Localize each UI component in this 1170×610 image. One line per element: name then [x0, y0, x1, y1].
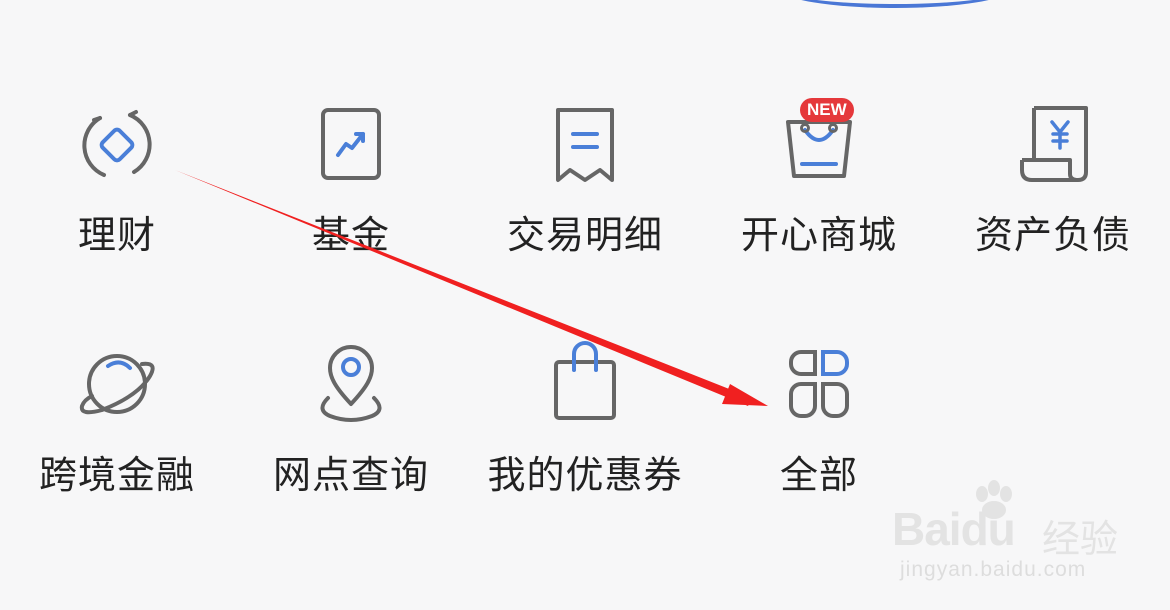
- menu-item-label: 网点查询: [272, 453, 429, 497]
- shopping-bag-icon: [540, 340, 630, 430]
- menu-item-transaction-detail[interactable]: 交易明细: [468, 100, 702, 280]
- new-badge: NEW: [800, 98, 854, 122]
- assets-receipt-icon: [1008, 100, 1098, 190]
- baidu-watermark: Baidu 经验 jingyan.baidu.com: [892, 480, 1122, 588]
- menu-item-branch-search[interactable]: 网点查询: [234, 340, 468, 520]
- menu-item-my-coupons[interactable]: 我的优惠券: [468, 340, 702, 520]
- all-grid-icon: [774, 340, 864, 430]
- menu-item-label: 理财: [77, 213, 156, 257]
- wealth-icon: [72, 100, 162, 190]
- watermark-product: 经验: [1042, 517, 1119, 561]
- menu-item-fund[interactable]: 基金: [234, 100, 468, 280]
- menu-item-label: 资产负债: [974, 213, 1131, 257]
- fund-icon: [306, 100, 396, 190]
- watermark-url: jingyan.baidu.com: [900, 558, 1087, 581]
- menu-item-assets-liabilities[interactable]: 资产负债: [936, 100, 1170, 280]
- menu-item-label: 基金: [311, 213, 390, 257]
- location-pin-icon: [306, 340, 396, 430]
- mall-bag-icon: NEW: [774, 98, 864, 190]
- menu-item-cross-border-finance[interactable]: 跨境金融: [0, 340, 234, 520]
- menu-item-wealth[interactable]: 理财: [0, 100, 234, 280]
- menu-item-label: 开心商城: [740, 213, 897, 257]
- menu-item-label: 跨境金融: [38, 453, 195, 497]
- planet-icon: [72, 340, 162, 430]
- menu-item-mall[interactable]: NEW 开心商城: [702, 98, 936, 280]
- menu-item-label: 我的优惠券: [487, 453, 683, 497]
- transaction-detail-icon: [540, 100, 630, 190]
- watermark-logo: Baidu: [892, 503, 1016, 555]
- menu-item-label: 交易明细: [506, 213, 663, 257]
